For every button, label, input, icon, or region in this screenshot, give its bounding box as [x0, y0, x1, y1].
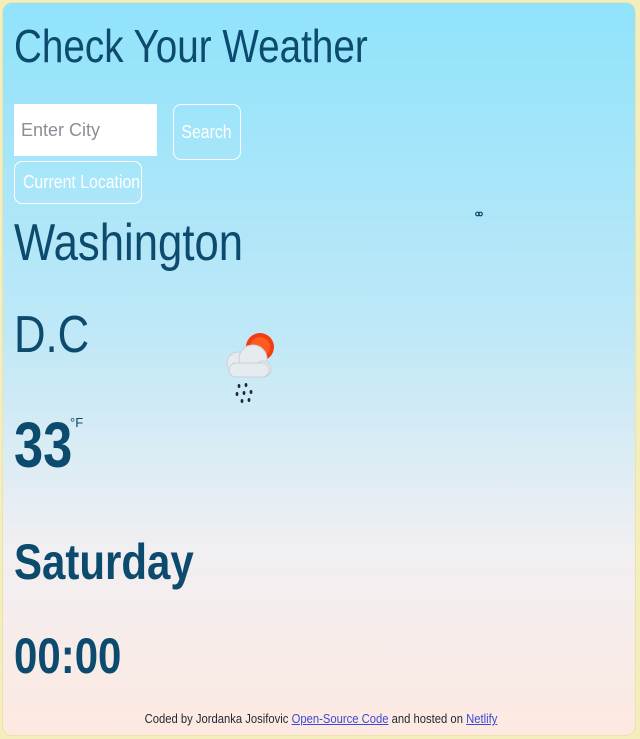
open-source-code-link[interactable]: Open-Source Code: [292, 712, 389, 726]
search-button[interactable]: Search: [173, 104, 241, 160]
search-button-label: Search: [181, 121, 233, 142]
temperature-value: 33: [14, 409, 73, 481]
current-location-button[interactable]: Current Location: [14, 161, 142, 204]
city-name-line2: D.C: [14, 306, 90, 364]
sun-behind-rain-cloud-icon: [226, 333, 274, 403]
current-time: 00:00: [14, 628, 122, 684]
small-dot-icon: [475, 211, 483, 217]
page-title: Check Your Weather: [14, 20, 368, 72]
netlify-link[interactable]: Netlify: [466, 712, 497, 726]
current-location-button-label: Current Location: [22, 172, 141, 192]
city-name-line1: Washington: [14, 214, 244, 272]
footer: Coded by Jordanka Josifovic Open-Source …: [3, 712, 635, 726]
temperature-unit: °F: [70, 415, 84, 430]
city-search-input[interactable]: [14, 104, 157, 156]
footer-hosted-text: and hosted on: [391, 712, 463, 726]
weather-card: Check Your Weather Search Current Locati…: [2, 2, 636, 736]
day-of-week: Saturday: [14, 534, 194, 590]
footer-credit: Coded by Jordanka Josifovic: [144, 712, 289, 726]
